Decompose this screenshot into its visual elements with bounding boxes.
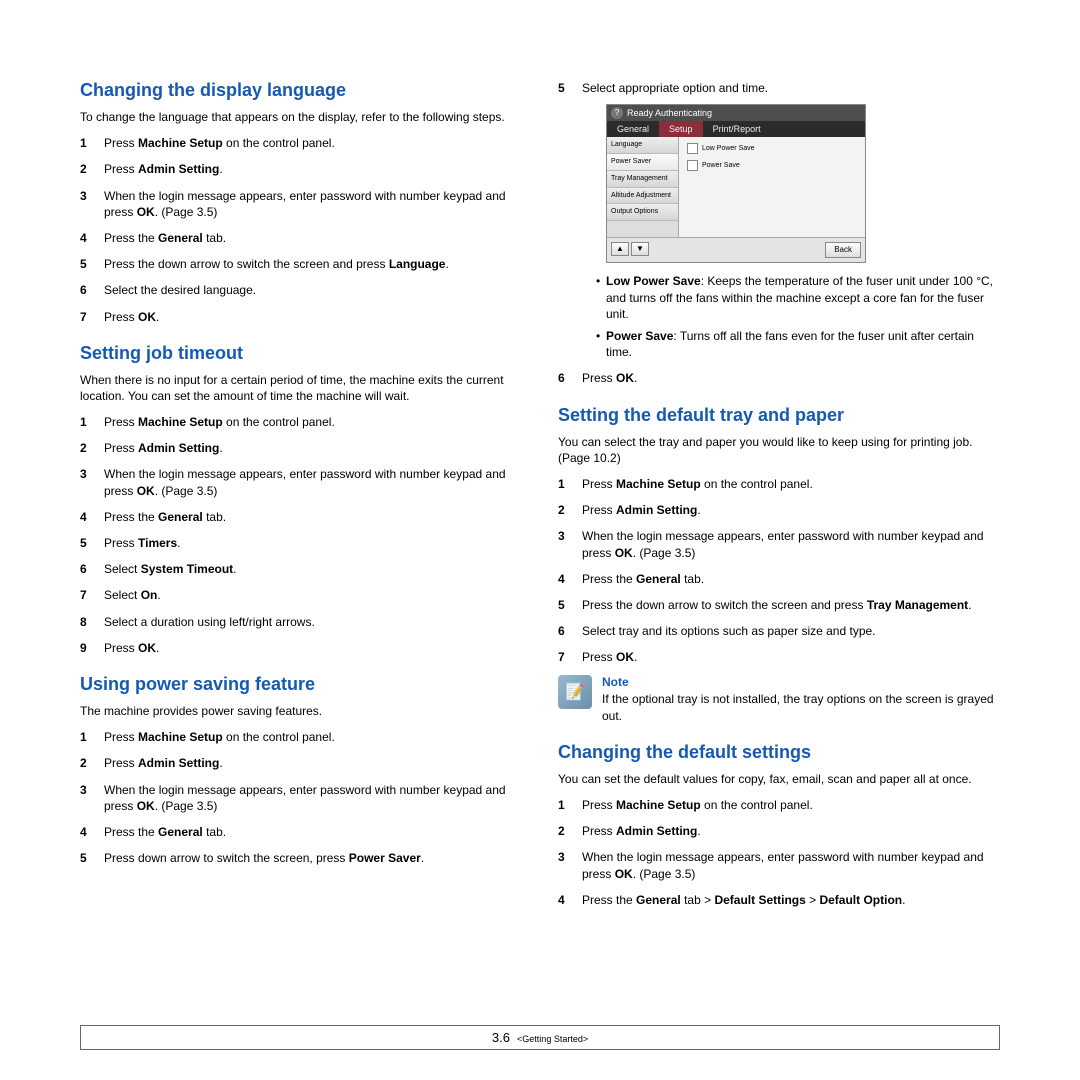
note-title: Note bbox=[602, 675, 1000, 689]
step-item: Press Admin Setting. bbox=[80, 440, 522, 456]
up-arrow-icon: ▲ bbox=[611, 242, 629, 256]
page-number: 3.6 bbox=[492, 1030, 510, 1045]
step-item: Press Admin Setting. bbox=[558, 823, 1000, 839]
step-item: Press Admin Setting. bbox=[80, 161, 522, 177]
step-item: Press the down arrow to switch the scree… bbox=[558, 597, 1000, 613]
steps-list: Press Machine Setup on the control panel… bbox=[80, 729, 522, 866]
steps-list: Press Machine Setup on the control panel… bbox=[558, 797, 1000, 908]
step-item: Press Machine Setup on the control panel… bbox=[80, 729, 522, 745]
step-item: Press the General tab. bbox=[80, 509, 522, 525]
step-item: Press the General tab. bbox=[80, 230, 522, 246]
note-block: Note If the optional tray is not install… bbox=[558, 675, 1000, 723]
intro-text: You can set the default values for copy,… bbox=[558, 771, 1000, 787]
step-item: When the login message appears, enter pa… bbox=[558, 528, 1000, 560]
intro-text: When there is no input for a certain per… bbox=[80, 372, 522, 404]
page-footer: 3.6 <Getting Started> bbox=[80, 1025, 1000, 1050]
step-item: Press OK. bbox=[558, 649, 1000, 665]
ss-checkbox: Low Power Save bbox=[687, 143, 857, 154]
step-item: Press the down arrow to switch the scree… bbox=[80, 256, 522, 272]
steps-list: Press Machine Setup on the control panel… bbox=[80, 135, 522, 325]
step-item: Press Machine Setup on the control panel… bbox=[80, 414, 522, 430]
ss-side-item: Power Saver bbox=[607, 154, 678, 171]
step-item: Press Machine Setup on the control panel… bbox=[558, 797, 1000, 813]
steps-continued: Select appropriate option and time. Read… bbox=[558, 80, 1000, 387]
step-item: Select tray and its options such as pape… bbox=[558, 623, 1000, 639]
step-item: Select the desired language. bbox=[80, 282, 522, 298]
chapter-name: <Getting Started> bbox=[517, 1034, 588, 1044]
step-item: Press the General tab. bbox=[80, 824, 522, 840]
ss-side-item: Output Options bbox=[607, 204, 678, 221]
heading-job-timeout: Setting job timeout bbox=[80, 343, 522, 364]
heading-default-settings: Changing the default settings bbox=[558, 742, 1000, 763]
step-item: Press OK. bbox=[80, 309, 522, 325]
step-item: Press Machine Setup on the control panel… bbox=[80, 135, 522, 151]
bullet-list: Low Power Save: Keeps the temperature of… bbox=[596, 273, 1000, 360]
embedded-screenshot: Ready Authenticating General Setup Print… bbox=[606, 104, 866, 263]
ss-side-item: Altitude Adjustment bbox=[607, 188, 678, 205]
step-item: Press down arrow to switch the screen, p… bbox=[80, 850, 522, 866]
ss-status: Ready Authenticating bbox=[627, 107, 712, 119]
ss-tab: Print/Report bbox=[703, 121, 771, 137]
step-item: Select a duration using left/right arrow… bbox=[80, 614, 522, 630]
step-text: Select appropriate option and time. bbox=[582, 81, 768, 95]
step-item: Select System Timeout. bbox=[80, 561, 522, 577]
steps-list: Press Machine Setup on the control panel… bbox=[80, 414, 522, 656]
ss-tab: Setup bbox=[659, 121, 703, 137]
step-item: Press Timers. bbox=[80, 535, 522, 551]
left-column: Changing the display language To change … bbox=[80, 80, 522, 918]
right-column: Select appropriate option and time. Read… bbox=[558, 80, 1000, 918]
intro-text: The machine provides power saving featur… bbox=[80, 703, 522, 719]
ss-side-item: Language bbox=[607, 137, 678, 154]
note-icon bbox=[558, 675, 592, 709]
down-arrow-icon: ▼ bbox=[631, 242, 649, 256]
step-item: Press Admin Setting. bbox=[558, 502, 1000, 518]
step-item: Press the General tab > Default Settings… bbox=[558, 892, 1000, 908]
note-text: If the optional tray is not installed, t… bbox=[602, 691, 1000, 723]
intro-text: To change the language that appears on t… bbox=[80, 109, 522, 125]
step-item: Select appropriate option and time. Read… bbox=[558, 80, 1000, 360]
step-item: Select On. bbox=[80, 587, 522, 603]
ss-tab: General bbox=[607, 121, 659, 137]
intro-text: You can select the tray and paper you wo… bbox=[558, 434, 1000, 466]
ss-side-item: Tray Management bbox=[607, 171, 678, 188]
step-item: Press OK. bbox=[80, 640, 522, 656]
bullet-item: Power Save: Turns off all the fans even … bbox=[596, 328, 1000, 360]
steps-list: Press Machine Setup on the control panel… bbox=[558, 476, 1000, 666]
step-item: When the login message appears, enter pa… bbox=[80, 782, 522, 814]
step-item: When the login message appears, enter pa… bbox=[558, 849, 1000, 881]
step-item: Press the General tab. bbox=[558, 571, 1000, 587]
step-item: Press Admin Setting. bbox=[80, 755, 522, 771]
ss-checkbox: Power Save bbox=[687, 160, 857, 171]
ss-back-button: Back bbox=[825, 242, 861, 258]
heading-power-saving: Using power saving feature bbox=[80, 674, 522, 695]
step-item: When the login message appears, enter pa… bbox=[80, 466, 522, 498]
bullet-item: Low Power Save: Keeps the temperature of… bbox=[596, 273, 1000, 322]
heading-default-tray: Setting the default tray and paper bbox=[558, 405, 1000, 426]
heading-display-language: Changing the display language bbox=[80, 80, 522, 101]
step-item: When the login message appears, enter pa… bbox=[80, 188, 522, 220]
step-item: Press OK. bbox=[558, 370, 1000, 386]
step-item: Press Machine Setup on the control panel… bbox=[558, 476, 1000, 492]
